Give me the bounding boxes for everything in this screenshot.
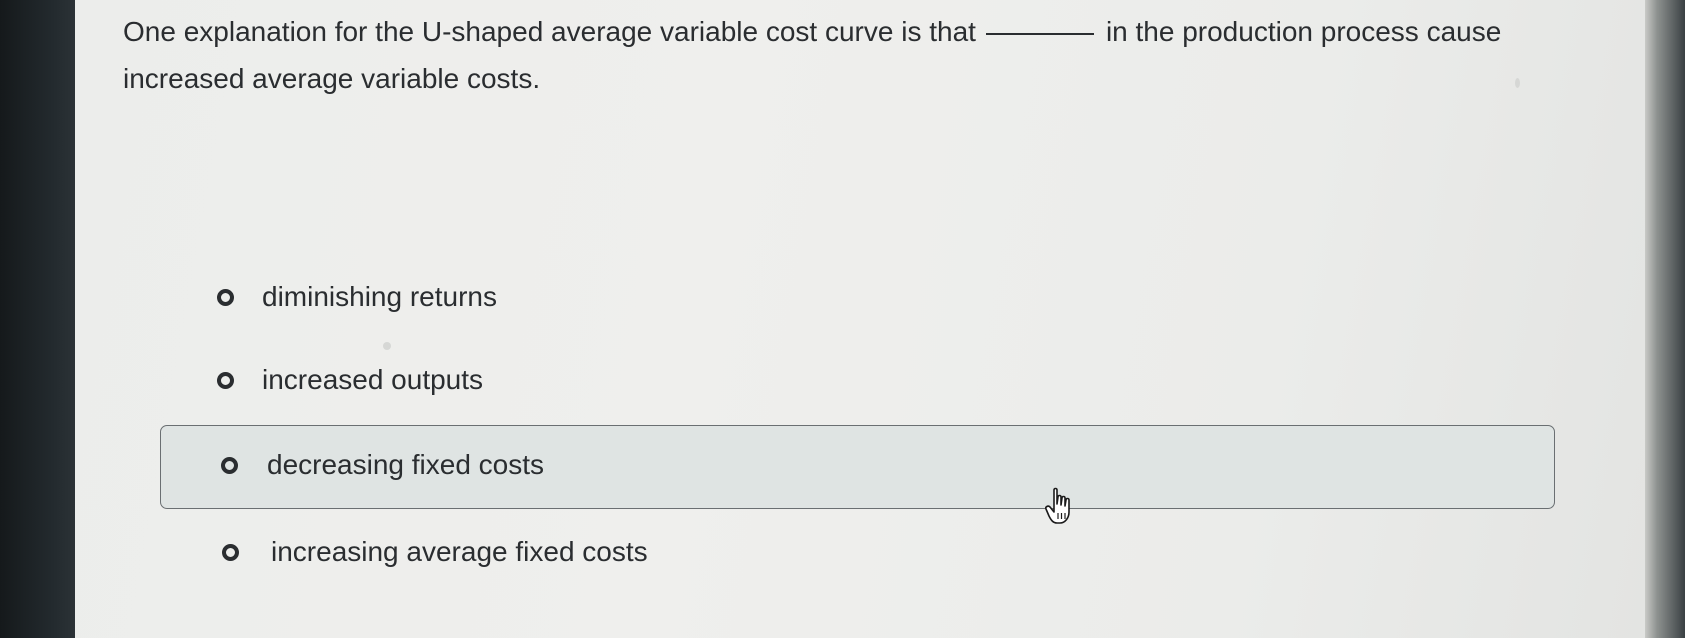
quiz-screen: One explanation for the U-shaped average… [75,0,1645,638]
option-label: decreasing fixed costs [267,449,545,480]
radio-button-icon[interactable] [222,544,239,561]
option-label: increasing average fixed costs [271,536,648,567]
radio-button-icon[interactable] [221,457,238,474]
radio-button-icon[interactable] [217,372,234,389]
option-label: diminishing returns [262,281,497,312]
option-label: increased outputs [262,364,484,395]
pointer-hand-icon [1045,487,1070,524]
monitor-bezel-left [0,0,75,638]
answer-options: diminishing returns increased outputs de… [75,0,1645,638]
monitor-bezel-right [1645,0,1685,638]
radio-button-icon[interactable] [217,289,234,306]
option-decreasing-fixed-costs[interactable]: decreasing fixed costs [160,425,1555,509]
option-increased-outputs[interactable]: increased outputs [155,340,1545,424]
option-increasing-average-fixed-costs[interactable]: increasing average fixed costs [160,510,1555,594]
option-diminishing-returns[interactable]: diminishing returns [155,255,1545,339]
